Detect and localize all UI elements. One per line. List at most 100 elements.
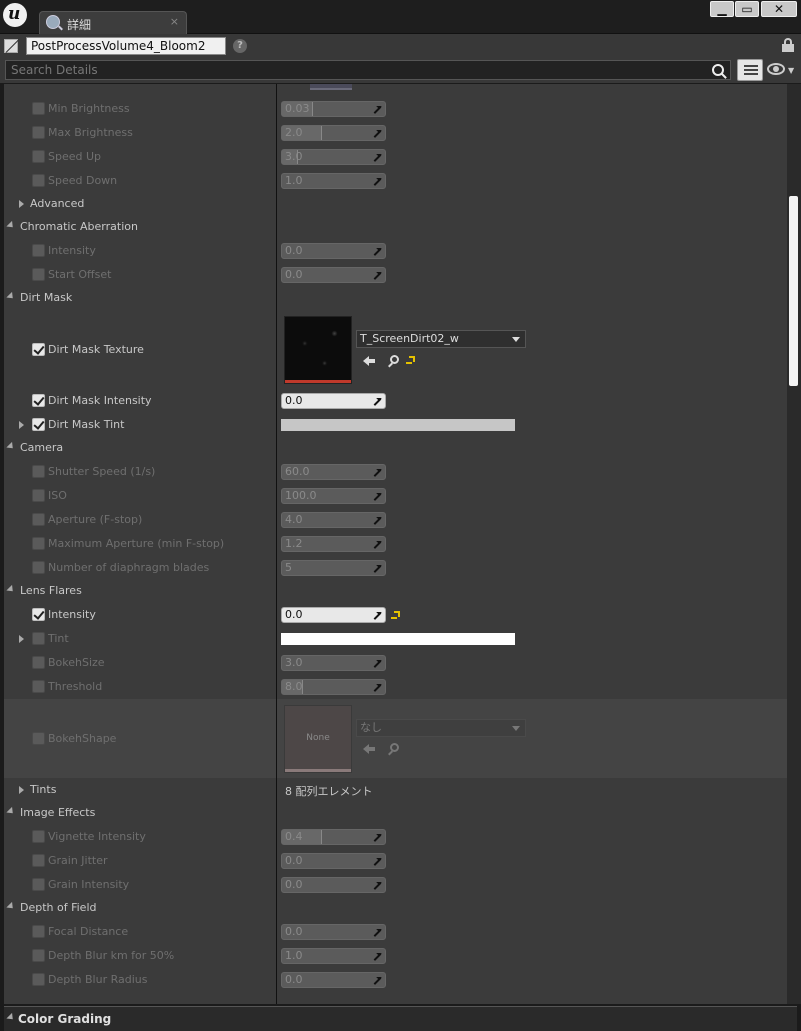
category-row[interactable]: Dirt Mask bbox=[4, 289, 787, 307]
override-checkbox[interactable] bbox=[32, 878, 45, 891]
eye-icon[interactable] bbox=[767, 63, 785, 75]
search-input[interactable]: Search Details bbox=[5, 60, 731, 80]
iso-input[interactable]: 100.0 bbox=[281, 488, 386, 504]
override-checkbox[interactable] bbox=[32, 343, 45, 356]
speed-down-input[interactable]: 1.0 bbox=[281, 173, 386, 189]
property-matrix-button[interactable] bbox=[737, 59, 763, 81]
override-checkbox[interactable] bbox=[32, 150, 45, 163]
expand-arrow-icon[interactable] bbox=[19, 200, 24, 208]
depth-blur-km-input[interactable]: 1.0 bbox=[281, 948, 386, 964]
override-checkbox[interactable] bbox=[32, 680, 45, 693]
drag-arrow-icon bbox=[373, 153, 381, 161]
drag-arrow-icon bbox=[373, 833, 381, 841]
view-options-chevron-down-icon[interactable]: ▼ bbox=[788, 66, 794, 75]
advanced-row[interactable]: Advanced bbox=[4, 195, 787, 213]
category-label: Image Effects bbox=[20, 806, 96, 819]
close-button[interactable]: ✕ bbox=[761, 1, 797, 17]
object-name-field[interactable]: PostProcessVolume4_Bloom2 bbox=[26, 37, 226, 55]
collapse-arrow-icon[interactable] bbox=[6, 901, 16, 912]
lock-icon[interactable] bbox=[782, 38, 794, 52]
ca-start-offset-input[interactable]: 0.0 bbox=[281, 267, 386, 283]
lens-flare-intensity-input[interactable]: 0.0 bbox=[281, 607, 386, 623]
override-checkbox[interactable] bbox=[32, 732, 45, 745]
dirt-mask-tint-swatch[interactable] bbox=[281, 419, 515, 431]
use-selected-icon[interactable] bbox=[363, 744, 375, 754]
override-checkbox[interactable] bbox=[32, 973, 45, 986]
dirt-mask-asset-dropdown[interactable]: T_ScreenDirt02_w bbox=[356, 330, 526, 348]
bokeh-shape-asset-dropdown[interactable]: なし bbox=[356, 719, 526, 737]
override-checkbox[interactable] bbox=[32, 244, 45, 257]
tab-close-icon[interactable]: × bbox=[170, 15, 179, 28]
aperture-input[interactable]: 4.0 bbox=[281, 512, 386, 528]
override-checkbox[interactable] bbox=[32, 102, 45, 115]
override-checkbox[interactable] bbox=[32, 394, 45, 407]
grain-intensity-input[interactable]: 0.0 bbox=[281, 877, 386, 893]
override-checkbox[interactable] bbox=[32, 126, 45, 139]
speed-up-input[interactable]: 3.0 bbox=[281, 149, 386, 165]
max-aperture-input[interactable]: 1.2 bbox=[281, 536, 386, 552]
collapse-arrow-icon[interactable] bbox=[6, 584, 16, 595]
property-label: Grain Intensity bbox=[48, 878, 130, 891]
override-checkbox[interactable] bbox=[32, 418, 45, 431]
reset-to-default-icon[interactable] bbox=[406, 356, 415, 364]
threshold-input[interactable]: 8.0 bbox=[281, 679, 386, 695]
collapse-arrow-icon[interactable] bbox=[6, 441, 16, 452]
ca-intensity-input[interactable]: 0.0 bbox=[281, 243, 386, 259]
tab-details[interactable]: 詳細 × bbox=[39, 11, 187, 34]
focal-distance-input[interactable]: 0.0 bbox=[281, 924, 386, 940]
override-checkbox[interactable] bbox=[32, 513, 45, 526]
minimize-button[interactable]: ▁ bbox=[710, 1, 734, 17]
collapse-arrow-icon[interactable] bbox=[6, 1012, 16, 1023]
override-checkbox[interactable] bbox=[32, 489, 45, 502]
category-row[interactable]: Image Effects bbox=[4, 804, 787, 822]
property-label: BokehSize bbox=[48, 656, 105, 669]
maximize-button[interactable]: ▭ bbox=[735, 1, 759, 17]
scrollbar[interactable] bbox=[787, 84, 801, 1004]
grain-jitter-input[interactable]: 0.0 bbox=[281, 853, 386, 869]
expand-arrow-icon[interactable] bbox=[19, 421, 24, 429]
override-checkbox[interactable] bbox=[32, 854, 45, 867]
override-checkbox[interactable] bbox=[32, 537, 45, 550]
vignette-intensity-input[interactable]: 0.4 bbox=[281, 829, 386, 845]
bokeh-size-input[interactable]: 3.0 bbox=[281, 655, 386, 671]
dirt-mask-thumbnail[interactable] bbox=[284, 316, 352, 384]
override-checkbox[interactable] bbox=[32, 561, 45, 574]
expand-arrow-icon[interactable] bbox=[19, 635, 24, 643]
override-checkbox[interactable] bbox=[32, 608, 45, 621]
override-checkbox[interactable] bbox=[32, 949, 45, 962]
color-grading-category[interactable]: Color Grading bbox=[4, 1006, 797, 1031]
dirt-mask-intensity-input[interactable]: 0.0 bbox=[281, 393, 386, 409]
browse-icon[interactable] bbox=[390, 743, 399, 752]
browse-icon[interactable] bbox=[390, 355, 399, 364]
collapse-arrow-icon[interactable] bbox=[6, 806, 16, 817]
property-row: Tint bbox=[4, 629, 787, 649]
override-checkbox[interactable] bbox=[32, 925, 45, 938]
collapse-arrow-icon[interactable] bbox=[6, 291, 16, 302]
override-checkbox[interactable] bbox=[32, 268, 45, 281]
use-selected-icon[interactable] bbox=[363, 356, 375, 366]
expand-arrow-icon[interactable] bbox=[19, 786, 24, 794]
bokeh-shape-thumbnail[interactable]: None bbox=[284, 705, 352, 773]
category-row[interactable]: Lens Flares bbox=[4, 582, 787, 600]
collapse-arrow-icon[interactable] bbox=[6, 220, 16, 231]
category-row[interactable]: Chromatic Aberration bbox=[4, 218, 787, 236]
search-icon[interactable] bbox=[712, 64, 724, 76]
column-splitter[interactable] bbox=[276, 84, 277, 1004]
help-icon[interactable]: ? bbox=[233, 39, 247, 53]
scrollbar-thumb[interactable] bbox=[789, 196, 798, 386]
min-brightness-input[interactable]: 0.03 bbox=[281, 101, 386, 117]
override-checkbox[interactable] bbox=[32, 830, 45, 843]
category-row[interactable]: Camera bbox=[4, 439, 787, 457]
lens-flare-tint-swatch[interactable] bbox=[281, 633, 515, 645]
shutter-speed-input[interactable]: 60.0 bbox=[281, 464, 386, 480]
override-checkbox[interactable] bbox=[32, 174, 45, 187]
depth-blur-radius-input[interactable]: 0.0 bbox=[281, 972, 386, 988]
override-checkbox[interactable] bbox=[32, 465, 45, 478]
override-checkbox[interactable] bbox=[32, 632, 45, 645]
property-row: Maximum Aperture (min F-stop) 1.2 bbox=[4, 534, 787, 554]
category-row[interactable]: Depth of Field bbox=[4, 899, 787, 917]
max-brightness-input[interactable]: 2.0 bbox=[281, 125, 386, 141]
reset-to-default-icon[interactable] bbox=[391, 611, 400, 619]
diaphragm-blades-input[interactable]: 5 bbox=[281, 560, 386, 576]
override-checkbox[interactable] bbox=[32, 656, 45, 669]
